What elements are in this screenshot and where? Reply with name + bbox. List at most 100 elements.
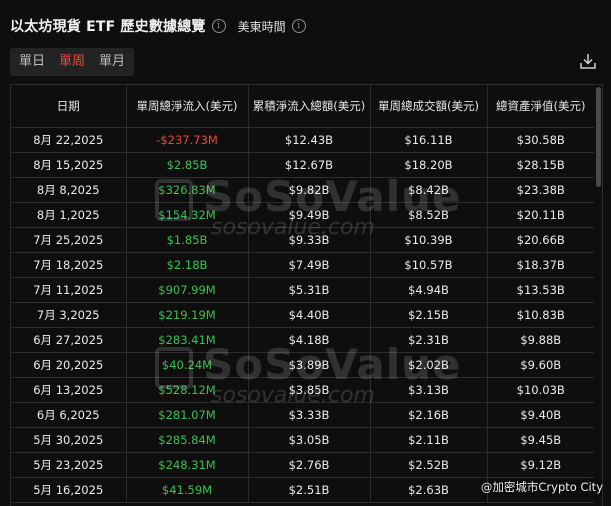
cell-total-net-assets: $30.58B bbox=[487, 127, 594, 153]
cell-total-net-assets: $20.66B bbox=[487, 227, 594, 253]
cell-cumulative-net-inflow: $5.31B bbox=[248, 277, 371, 303]
cell-weekly-volume: $18.20B bbox=[370, 152, 488, 178]
source-credit: @加密城市Crypto City bbox=[480, 480, 603, 494]
cell-date: 5月 16,2025 bbox=[11, 477, 127, 503]
table-row[interactable]: 6月 13,2025 $528.12M $3.85B $3.13B $10.03B bbox=[11, 377, 594, 403]
table-scrollbar[interactable] bbox=[596, 87, 601, 187]
cell-date: 7月 3,2025 bbox=[11, 302, 127, 328]
info-icon[interactable]: i bbox=[211, 19, 226, 33]
cell-date: 8月 22,2025 bbox=[11, 127, 127, 153]
cell-weekly-volume: $4.94B bbox=[370, 277, 488, 303]
table-row[interactable]: 7月 18,2025 $2.18B $7.49B $10.57B $18.37B bbox=[11, 252, 594, 278]
column-header-weekly-net-inflow: 單周總淨流入(美元) bbox=[126, 85, 249, 128]
table-row[interactable]: 8月 15,2025 $2.85B $12.67B $18.20B $28.15B bbox=[11, 152, 594, 178]
cell-date: 7月 11,2025 bbox=[11, 277, 127, 303]
cell-weekly-net-inflow: -$237.73M bbox=[126, 127, 249, 153]
table-row[interactable]: 7月 11,2025 $907.99M $5.31B $4.94B $13.53B bbox=[11, 277, 594, 303]
cell-date: 5月 30,2025 bbox=[11, 427, 127, 453]
cell-date: 8月 15,2025 bbox=[11, 152, 127, 178]
cell-date: 6月 27,2025 bbox=[11, 327, 127, 353]
cell-weekly-net-inflow: $219.19M bbox=[126, 302, 249, 328]
cell-total-net-assets: $13.53B bbox=[487, 277, 594, 303]
cell-weekly-volume: $2.02B bbox=[370, 352, 488, 378]
cell-weekly-volume: $2.63B bbox=[370, 477, 488, 503]
cell-total-net-assets: $9.88B bbox=[487, 327, 594, 353]
page-title: 以太坊現貨 ETF 歷史數據總覽 bbox=[10, 19, 206, 35]
cell-cumulative-net-inflow: $3.89B bbox=[248, 352, 371, 378]
cell-weekly-net-inflow: $40.24M bbox=[126, 352, 249, 378]
cell-weekly-net-inflow: $528.12M bbox=[126, 377, 249, 403]
table-row[interactable]: 8月 8,2025 $326.83M $9.82B $8.42B $23.38B bbox=[11, 177, 594, 203]
cell-weekly-volume: $10.39B bbox=[370, 227, 488, 253]
cell-weekly-net-inflow: $2.85B bbox=[126, 152, 249, 178]
table-row[interactable]: 5月 23,2025 $248.31M $2.76B $2.52B $9.12B bbox=[11, 452, 594, 478]
cell-date: 6月 13,2025 bbox=[11, 377, 127, 403]
cell-weekly-net-inflow: $248.31M bbox=[126, 452, 249, 478]
cell-cumulative-net-inflow: $2.51B bbox=[248, 477, 371, 503]
cell-weekly-net-inflow: $281.07M bbox=[126, 402, 249, 428]
cell-cumulative-net-inflow: $9.82B bbox=[248, 177, 371, 203]
cell-weekly-net-inflow: $283.41M bbox=[126, 327, 249, 353]
table-row[interactable]: 7月 3,2025 $219.19M $4.40B $2.15B $10.83B bbox=[11, 302, 594, 328]
table-row[interactable]: 6月 27,2025 $283.41M $4.18B $2.31B $9.88B bbox=[11, 327, 594, 353]
table-row[interactable]: 6月 20,2025 $40.24M $3.89B $2.02B $9.60B bbox=[11, 352, 594, 378]
cell-cumulative-net-inflow: $3.05B bbox=[248, 427, 371, 453]
cell-date: 8月 1,2025 bbox=[11, 202, 127, 228]
cell-cumulative-net-inflow: $3.85B bbox=[248, 377, 371, 403]
cell-date: 7月 18,2025 bbox=[11, 252, 127, 278]
cell-cumulative-net-inflow: $2.76B bbox=[248, 452, 371, 478]
cell-weekly-net-inflow: $154.32M bbox=[126, 202, 249, 228]
history-table: 日期 單周總淨流入(美元) 累積淨流入總額(美元) 單周總成交額(美元) 總資產… bbox=[11, 85, 594, 503]
cell-weekly-net-inflow: $907.99M bbox=[126, 277, 249, 303]
cell-cumulative-net-inflow: $9.49B bbox=[248, 202, 371, 228]
cell-total-net-assets: $20.11B bbox=[487, 202, 594, 228]
tab-daily[interactable]: 單日 bbox=[12, 48, 52, 76]
column-header-date: 日期 bbox=[11, 85, 127, 128]
cell-weekly-volume: $2.15B bbox=[370, 302, 488, 328]
cell-weekly-net-inflow: $285.84M bbox=[126, 427, 249, 453]
history-table-container[interactable]: 日期 單周總淨流入(美元) 累積淨流入總額(美元) 單周總成交額(美元) 總資產… bbox=[10, 84, 603, 506]
cell-weekly-volume: $8.42B bbox=[370, 177, 488, 203]
cell-total-net-assets: $9.40B bbox=[487, 402, 594, 428]
table-header-row: 日期 單周總淨流入(美元) 累積淨流入總額(美元) 單周總成交額(美元) 總資產… bbox=[11, 85, 594, 128]
cell-cumulative-net-inflow: $9.33B bbox=[248, 227, 371, 253]
cell-weekly-volume: $2.31B bbox=[370, 327, 488, 353]
cell-total-net-assets: $9.12B bbox=[487, 452, 594, 478]
cell-date: 6月 6,2025 bbox=[11, 402, 127, 428]
cell-date: 6月 20,2025 bbox=[11, 352, 127, 378]
cell-total-net-assets: $10.83B bbox=[487, 302, 594, 328]
table-row[interactable]: 8月 1,2025 $154.32M $9.49B $8.52B $20.11B bbox=[11, 202, 594, 228]
download-icon[interactable] bbox=[579, 52, 597, 70]
cell-total-net-assets: $28.15B bbox=[487, 152, 594, 178]
tab-weekly[interactable]: 單周 bbox=[52, 48, 92, 76]
cell-date: 5月 23,2025 bbox=[11, 452, 127, 478]
cell-cumulative-net-inflow: $12.43B bbox=[248, 127, 371, 153]
cell-weekly-volume: $3.13B bbox=[370, 377, 488, 403]
timezone-label: 美東時間 bbox=[237, 19, 286, 34]
cell-total-net-assets: $23.38B bbox=[487, 177, 594, 203]
cell-total-net-assets: $18.37B bbox=[487, 252, 594, 278]
cell-cumulative-net-inflow: $12.67B bbox=[248, 152, 371, 178]
cell-date: 8月 8,2025 bbox=[11, 177, 127, 203]
table-row[interactable]: 8月 22,2025 -$237.73M $12.43B $16.11B $30.58B bbox=[11, 127, 594, 153]
cell-date: 7月 25,2025 bbox=[11, 227, 127, 253]
table-row[interactable]: 6月 6,2025 $281.07M $3.33B $2.16B $9.40B bbox=[11, 402, 594, 428]
cell-total-net-assets: $9.60B bbox=[487, 352, 594, 378]
cell-total-net-assets: $10.03B bbox=[487, 377, 594, 403]
table-row[interactable]: 5月 30,2025 $285.84M $3.05B $2.11B $9.45B bbox=[11, 427, 594, 453]
period-tabs: 單日 單周 單月 bbox=[10, 48, 135, 76]
cell-weekly-volume: $2.16B bbox=[370, 402, 488, 428]
cell-weekly-volume: $2.11B bbox=[370, 427, 488, 453]
cell-weekly-volume: $16.11B bbox=[370, 127, 488, 153]
column-header-weekly-volume: 單周總成交額(美元) bbox=[370, 85, 488, 128]
table-row[interactable]: 7月 25,2025 $1.85B $9.33B $10.39B $20.66B bbox=[11, 227, 594, 253]
tab-monthly[interactable]: 單月 bbox=[92, 48, 132, 76]
cell-weekly-net-inflow: $1.85B bbox=[126, 227, 249, 253]
column-header-total-net-assets: 總資產淨值(美元) bbox=[487, 85, 594, 128]
cell-weekly-volume: $8.52B bbox=[370, 202, 488, 228]
cell-cumulative-net-inflow: $7.49B bbox=[248, 252, 371, 278]
timezone-info-icon[interactable]: i bbox=[291, 19, 306, 33]
cell-weekly-volume: $2.52B bbox=[370, 452, 488, 478]
cell-weekly-net-inflow: $2.18B bbox=[126, 252, 249, 278]
cell-cumulative-net-inflow: $4.40B bbox=[248, 302, 371, 328]
